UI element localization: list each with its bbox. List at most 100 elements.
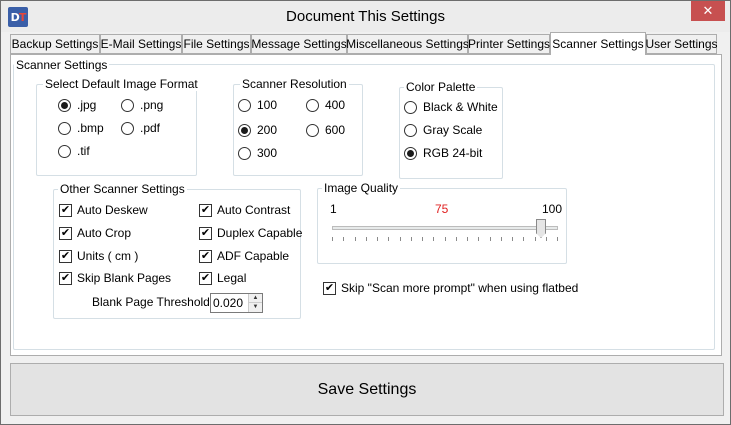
check-mark-icon: ✔ [199,249,212,263]
radio-dot [306,98,319,112]
blank-page-threshold-input[interactable] [213,296,247,310]
tab-scanner-settings[interactable]: Scanner Settings [550,32,646,55]
radio-dot [121,121,134,135]
radio-label: RGB 24-bit [423,146,483,160]
check-mark-icon: ✔ [59,249,72,263]
radio-label: 600 [325,123,346,137]
checkbox-auto-crop[interactable]: ✔ Auto Crop [59,226,131,240]
slider-tick [411,237,412,241]
radio-format-bmp[interactable]: .bmp [58,121,104,135]
radio-label: .png [140,98,164,112]
checkbox-label: Auto Contrast [217,203,291,217]
spin-down-icon[interactable]: ▼ [249,303,262,312]
checkbox-label: Auto Crop [77,226,132,240]
tab-message-settings[interactable]: Message Settings [251,34,347,54]
radio-dot [121,98,134,112]
radio-format-jpg[interactable]: .jpg [58,98,96,112]
radio-dot [238,98,251,112]
slider-tick [456,237,457,241]
radio-dot [238,123,251,137]
checkbox-duplex-capable[interactable]: ✔ Duplex Capable [199,226,302,240]
radio-dot [404,146,417,160]
radio-label: .jpg [77,98,97,112]
slider-tick [400,237,401,241]
window-title: Document This Settings [286,8,445,25]
radio-label: Black & White [423,100,498,114]
slider-tick [355,237,356,241]
radio-label: 400 [325,98,346,112]
checkbox-skip-scan-more-prompt[interactable]: ✔ Skip "Scan more prompt" when using flat… [323,281,578,295]
save-settings-button[interactable]: Save Settings [10,363,724,416]
tab-backup-settings[interactable]: Backup Settings [10,34,100,54]
radio-format-tif[interactable]: .tif [58,144,90,158]
radio-palette-black-white[interactable]: Black & White [404,100,498,114]
slider-tick [422,237,423,241]
radio-resolution-400[interactable]: 400 [306,98,345,112]
radio-resolution-300[interactable]: 300 [238,146,277,160]
checkbox-label: Skip "Scan more prompt" when using flatb… [341,281,579,295]
slider-tick [546,237,547,241]
radio-label: .bmp [77,121,104,135]
check-mark-icon: ✔ [59,226,72,240]
check-mark-icon: ✔ [199,226,212,240]
checkbox-label: Duplex Capable [217,226,303,240]
checkbox-label: Auto Deskew [77,203,148,217]
checkbox-auto-contrast[interactable]: ✔ Auto Contrast [199,203,290,217]
radio-label: 100 [257,98,278,112]
tab-file-settings[interactable]: File Settings [182,34,251,54]
radio-palette-rgb-24bit[interactable]: RGB 24-bit [404,146,482,160]
tab-user-settings[interactable]: User Settings [645,34,718,54]
checkbox-auto-deskew[interactable]: ✔ Auto Deskew [59,203,148,217]
slider-tick [501,237,502,241]
color-palette-title: Color Palette [404,80,478,94]
check-mark-icon: ✔ [323,281,336,295]
slider-tick [512,237,513,241]
slider-tick [557,237,558,241]
slider-tick [535,237,536,241]
checkbox-skip-blank-pages[interactable]: ✔ Skip Blank Pages [59,271,171,285]
radio-resolution-600[interactable]: 600 [306,123,345,137]
quality-slider-track[interactable] [332,226,558,230]
tab-email-settings[interactable]: E-Mail Settings [100,34,182,54]
close-button[interactable]: ✕ [691,1,725,21]
spin-up-icon[interactable]: ▲ [249,294,262,303]
checkbox-label: Legal [217,271,247,285]
radio-format-pdf[interactable]: .pdf [121,121,160,135]
slider-tick [478,237,479,241]
scanner-settings-group-title: Scanner Settings [14,58,110,72]
quality-max-label: 100 [542,202,563,216]
title-bar: DT Document This Settings ✕ [1,1,730,32]
slider-tick [388,237,389,241]
spin-buttons: ▲ ▼ [248,294,262,312]
slider-tick [366,237,367,241]
tab-printer-settings[interactable]: Printer Settings [468,34,550,54]
slider-tick [523,237,524,241]
checkbox-units-cm[interactable]: ✔ Units ( cm ) [59,249,138,263]
checkbox-adf-capable[interactable]: ✔ ADF Capable [199,249,289,263]
checkbox-label: Skip Blank Pages [77,271,172,285]
settings-window: DT Document This Settings ✕ Backup Setti… [0,0,731,425]
radio-resolution-200[interactable]: 200 [238,123,277,137]
check-mark-icon: ✔ [199,271,212,285]
radio-resolution-100[interactable]: 100 [238,98,277,112]
quality-current-label: 75 [435,202,449,216]
checkbox-label: ADF Capable [217,249,290,263]
check-mark-icon: ✔ [199,203,212,217]
radio-dot [404,100,417,114]
slider-tick [490,237,491,241]
scanner-resolution-title: Scanner Resolution [240,77,349,91]
radio-dot [58,121,71,135]
checkbox-legal[interactable]: ✔ Legal [199,271,246,285]
radio-dot [404,123,417,137]
blank-page-threshold-stepper[interactable]: ▲ ▼ [210,293,263,313]
radio-label: .tif [77,144,90,158]
check-mark-icon: ✔ [59,203,72,217]
radio-format-png[interactable]: .png [121,98,163,112]
radio-dot [306,123,319,137]
tab-miscellaneous-settings[interactable]: Miscellaneous Settings [346,34,469,54]
image-quality-title: Image Quality [322,181,401,195]
blank-page-threshold-label: Blank Page Threshold: [92,295,214,309]
radio-palette-gray-scale[interactable]: Gray Scale [404,123,482,137]
quality-slider-ticks [332,237,558,241]
radio-dot [58,98,71,112]
